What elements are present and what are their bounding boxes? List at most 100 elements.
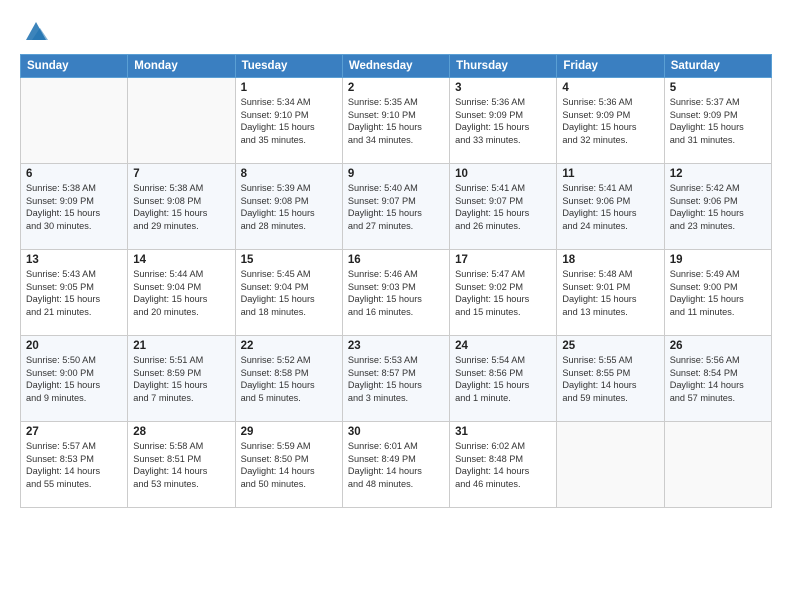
week-row-3: 13Sunrise: 5:43 AM Sunset: 9:05 PM Dayli… (21, 250, 772, 336)
day-number: 12 (670, 168, 766, 180)
calendar-cell: 17 Sunrise: 5:47 AM Sunset: 9:02 PM Dayli… (450, 250, 557, 336)
calendar-cell: 30Sunrise: 6:01 AM Sunset: 8:49 PM Dayli… (342, 422, 449, 508)
day-detail: Sunrise: 5:41 AM Sunset: 9:07 PM Dayligh… (455, 182, 551, 233)
day-detail: Sunrise: 5:57 AM Sunset: 8:53 PM Dayligh… (26, 440, 122, 491)
day-detail: Sunrise: 5:35 AM Sunset: 9:10 PM Dayligh… (348, 96, 444, 147)
day-detail: Sunrise: 5:51 AM Sunset: 8:59 PM Dayligh… (133, 354, 229, 405)
day-detail: Sunrise: 5:47 AM Sunset: 9:02 PM Dayligh… (455, 268, 551, 319)
calendar-cell: 19Sunrise: 5:49 AM Sunset: 9:00 PM Dayli… (664, 250, 771, 336)
weekday-header-monday: Monday (128, 55, 235, 78)
day-number: 22 (241, 340, 337, 352)
day-detail: Sunrise: 5:36 AM Sunset: 9:09 PM Dayligh… (455, 96, 551, 147)
day-detail: Sunrise: 6:02 AM Sunset: 8:48 PM Dayligh… (455, 440, 551, 491)
weekday-header-row: SundayMondayTuesdayWednesdayThursdayFrid… (21, 55, 772, 78)
week-row-5: 27 Sunrise: 5:57 AM Sunset: 8:53 PM Dayli… (21, 422, 772, 508)
day-number: 31 (455, 426, 551, 438)
day-detail: Sunrise: 5:36 AM Sunset: 9:09 PM Dayligh… (562, 96, 658, 147)
day-detail: Sunrise: 5:53 AM Sunset: 8:57 PM Dayligh… (348, 354, 444, 405)
day-detail: Sunrise: 5:59 AM Sunset: 8:50 PM Dayligh… (241, 440, 337, 491)
calendar-cell: 27 Sunrise: 5:57 AM Sunset: 8:53 PM Dayli… (21, 422, 128, 508)
day-detail: Sunrise: 5:50 AM Sunset: 9:00 PM Dayligh… (26, 354, 122, 405)
day-detail: Sunrise: 5:34 AM Sunset: 9:10 PM Dayligh… (241, 96, 337, 147)
day-number: 29 (241, 426, 337, 438)
day-detail: Sunrise: 5:55 AM Sunset: 8:55 PM Dayligh… (562, 354, 658, 405)
calendar-cell: 9 Sunrise: 5:40 AM Sunset: 9:07 PM Daylig… (342, 164, 449, 250)
day-detail: Sunrise: 5:46 AM Sunset: 9:03 PM Dayligh… (348, 268, 444, 319)
calendar: SundayMondayTuesdayWednesdayThursdayFrid… (20, 54, 772, 508)
calendar-cell: 6 Sunrise: 5:38 AM Sunset: 9:09 PM Daylig… (21, 164, 128, 250)
day-number: 6 (26, 168, 122, 180)
calendar-cell: 16 Sunrise: 5:46 AM Sunset: 9:03 PM Dayli… (342, 250, 449, 336)
calendar-cell: 2 Sunrise: 5:35 AM Sunset: 9:10 PM Daylig… (342, 78, 449, 164)
weekday-header-thursday: Thursday (450, 55, 557, 78)
calendar-cell (664, 422, 771, 508)
calendar-cell: 21 Sunrise: 5:51 AM Sunset: 8:59 PM Dayli… (128, 336, 235, 422)
day-detail: Sunrise: 5:42 AM Sunset: 9:06 PM Dayligh… (670, 182, 766, 233)
day-number: 24 (455, 340, 551, 352)
day-number: 11 (562, 168, 658, 180)
weekday-header-tuesday: Tuesday (235, 55, 342, 78)
calendar-cell: 20 Sunrise: 5:50 AM Sunset: 9:00 PM Dayli… (21, 336, 128, 422)
calendar-cell: 29 Sunrise: 5:59 AM Sunset: 8:50 PM Dayli… (235, 422, 342, 508)
day-detail: Sunrise: 5:38 AM Sunset: 9:09 PM Dayligh… (26, 182, 122, 233)
calendar-cell: 25Sunrise: 5:55 AM Sunset: 8:55 PM Dayli… (557, 336, 664, 422)
calendar-cell: 13Sunrise: 5:43 AM Sunset: 9:05 PM Dayli… (21, 250, 128, 336)
day-number: 21 (133, 340, 229, 352)
day-number: 5 (670, 82, 766, 94)
day-number: 2 (348, 82, 444, 94)
calendar-cell: 14Sunrise: 5:44 AM Sunset: 9:04 PM Dayli… (128, 250, 235, 336)
weekday-header-friday: Friday (557, 55, 664, 78)
week-row-1: 1 Sunrise: 5:34 AM Sunset: 9:10 PM Daylig… (21, 78, 772, 164)
day-detail: Sunrise: 5:56 AM Sunset: 8:54 PM Dayligh… (670, 354, 766, 405)
day-number: 7 (133, 168, 229, 180)
calendar-cell: 7 Sunrise: 5:38 AM Sunset: 9:08 PM Daylig… (128, 164, 235, 250)
day-number: 8 (241, 168, 337, 180)
week-row-2: 6 Sunrise: 5:38 AM Sunset: 9:09 PM Daylig… (21, 164, 772, 250)
calendar-cell: 26 Sunrise: 5:56 AM Sunset: 8:54 PM Dayli… (664, 336, 771, 422)
calendar-cell (557, 422, 664, 508)
day-detail: Sunrise: 5:41 AM Sunset: 9:06 PM Dayligh… (562, 182, 658, 233)
day-detail: Sunrise: 5:58 AM Sunset: 8:51 PM Dayligh… (133, 440, 229, 491)
calendar-cell: 3 Sunrise: 5:36 AM Sunset: 9:09 PM Daylig… (450, 78, 557, 164)
day-detail: Sunrise: 5:40 AM Sunset: 9:07 PM Dayligh… (348, 182, 444, 233)
weekday-header-sunday: Sunday (21, 55, 128, 78)
day-detail: Sunrise: 5:43 AM Sunset: 9:05 PM Dayligh… (26, 268, 122, 319)
calendar-cell: 18 Sunrise: 5:48 AM Sunset: 9:01 PM Dayli… (557, 250, 664, 336)
day-detail: Sunrise: 5:38 AM Sunset: 9:08 PM Dayligh… (133, 182, 229, 233)
calendar-cell: 8 Sunrise: 5:39 AM Sunset: 9:08 PM Daylig… (235, 164, 342, 250)
day-detail: Sunrise: 5:37 AM Sunset: 9:09 PM Dayligh… (670, 96, 766, 147)
day-detail: Sunrise: 5:54 AM Sunset: 8:56 PM Dayligh… (455, 354, 551, 405)
day-number: 18 (562, 254, 658, 266)
page: SundayMondayTuesdayWednesdayThursdayFrid… (0, 0, 792, 612)
calendar-cell: 23 Sunrise: 5:53 AM Sunset: 8:57 PM Dayli… (342, 336, 449, 422)
day-number: 14 (133, 254, 229, 266)
calendar-cell: 12 Sunrise: 5:42 AM Sunset: 9:06 PM Dayli… (664, 164, 771, 250)
calendar-cell: 31 Sunrise: 6:02 AM Sunset: 8:48 PM Dayli… (450, 422, 557, 508)
day-detail: Sunrise: 5:48 AM Sunset: 9:01 PM Dayligh… (562, 268, 658, 319)
calendar-cell: 22Sunrise: 5:52 AM Sunset: 8:58 PM Dayli… (235, 336, 342, 422)
day-number: 1 (241, 82, 337, 94)
calendar-cell: 4 Sunrise: 5:36 AM Sunset: 9:09 PM Daylig… (557, 78, 664, 164)
weekday-header-wednesday: Wednesday (342, 55, 449, 78)
calendar-cell: 28Sunrise: 5:58 AM Sunset: 8:51 PM Dayli… (128, 422, 235, 508)
day-detail: Sunrise: 6:01 AM Sunset: 8:49 PM Dayligh… (348, 440, 444, 491)
day-number: 20 (26, 340, 122, 352)
day-number: 27 (26, 426, 122, 438)
header (20, 18, 772, 46)
calendar-cell (128, 78, 235, 164)
day-detail: Sunrise: 5:39 AM Sunset: 9:08 PM Dayligh… (241, 182, 337, 233)
logo-icon (22, 18, 50, 46)
day-number: 15 (241, 254, 337, 266)
day-number: 16 (348, 254, 444, 266)
logo (20, 18, 50, 46)
day-number: 23 (348, 340, 444, 352)
day-number: 3 (455, 82, 551, 94)
week-row-4: 20 Sunrise: 5:50 AM Sunset: 9:00 PM Dayli… (21, 336, 772, 422)
day-number: 4 (562, 82, 658, 94)
day-detail: Sunrise: 5:49 AM Sunset: 9:00 PM Dayligh… (670, 268, 766, 319)
day-number: 17 (455, 254, 551, 266)
day-number: 9 (348, 168, 444, 180)
day-number: 10 (455, 168, 551, 180)
calendar-cell: 15Sunrise: 5:45 AM Sunset: 9:04 PM Dayli… (235, 250, 342, 336)
day-number: 26 (670, 340, 766, 352)
